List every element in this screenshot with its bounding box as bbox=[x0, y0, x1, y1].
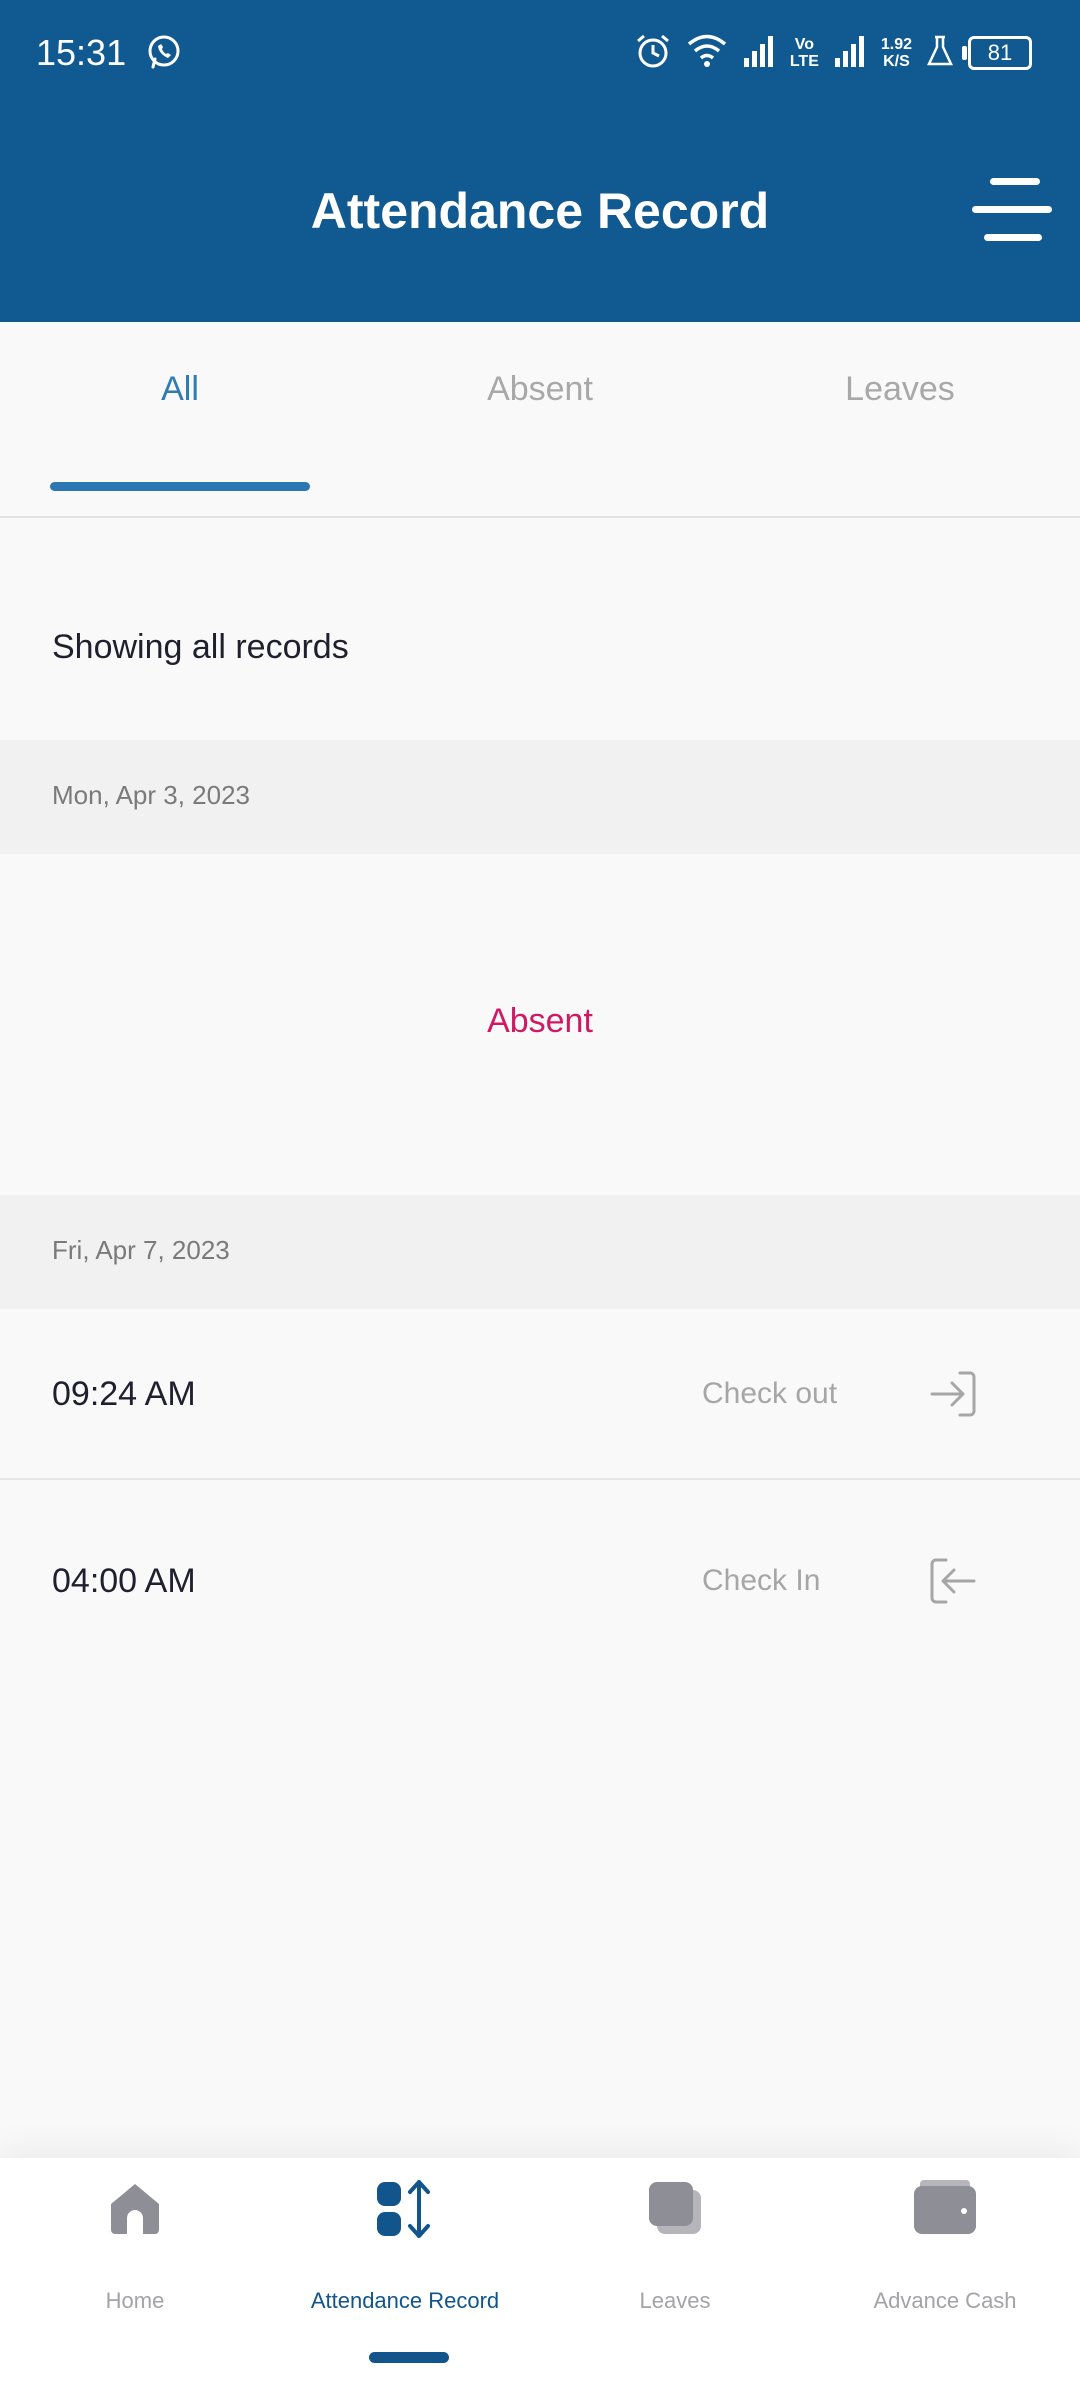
tab-all[interactable]: All bbox=[0, 370, 360, 409]
network-speed-value: 1.92 bbox=[880, 36, 912, 53]
network-speed-unit: K/S bbox=[883, 53, 910, 70]
date-label: Fri, Apr 7, 2023 bbox=[52, 1235, 230, 1265]
record-type: Check In bbox=[702, 1564, 821, 1597]
check-in-icon bbox=[926, 1554, 980, 1608]
app-header: 15:31 Vo LTE 1.92 K/S 81 Attendance Reco… bbox=[0, 0, 1080, 322]
absent-record: Absent bbox=[0, 854, 1080, 1195]
tab-absent[interactable]: Absent bbox=[360, 370, 720, 409]
date-header: Fri, Apr 7, 2023 bbox=[0, 1195, 1080, 1309]
status-bar: 15:31 Vo LTE 1.92 K/S 81 bbox=[0, 0, 1080, 108]
attendance-record-row[interactable]: 04:00 AM Check In bbox=[0, 1496, 1080, 1666]
flask-icon bbox=[926, 34, 954, 72]
nav-advance-cash[interactable]: Advance Cash bbox=[810, 2158, 1080, 2399]
nav-home[interactable]: Home bbox=[0, 2158, 270, 2399]
tab-leaves[interactable]: Leaves bbox=[720, 370, 1080, 409]
row-divider bbox=[0, 1478, 1080, 1480]
whatsapp-icon bbox=[146, 34, 182, 74]
absent-status: Absent bbox=[487, 1002, 593, 1040]
nav-label: Home bbox=[105, 2288, 165, 2313]
active-nav-indicator bbox=[369, 2352, 449, 2363]
wifi-icon bbox=[686, 32, 728, 74]
date-header: Mon, Apr 3, 2023 bbox=[0, 740, 1080, 854]
record-type: Check out bbox=[702, 1377, 838, 1410]
nav-leaves[interactable]: Leaves bbox=[540, 2158, 810, 2399]
signal-icon bbox=[742, 34, 776, 72]
leaves-icon bbox=[540, 2178, 810, 2248]
alarm-icon bbox=[634, 32, 672, 74]
bottom-navigation: Home Attendance Record Leaves Advance Ca… bbox=[0, 2158, 1080, 2399]
volte-bottom: LTE bbox=[789, 53, 819, 70]
nav-label: Advance Cash bbox=[873, 2288, 1017, 2313]
status-icons: Vo LTE 1.92 K/S 81 bbox=[634, 28, 1032, 78]
nav-label: Attendance Record bbox=[310, 2288, 500, 2313]
active-tab-indicator bbox=[50, 482, 310, 491]
volte-top: Vo bbox=[794, 36, 814, 53]
attendance-icon bbox=[270, 2178, 540, 2248]
network-speed: 1.92 K/S bbox=[881, 36, 912, 70]
wallet-icon bbox=[810, 2178, 1080, 2248]
home-icon bbox=[0, 2178, 270, 2248]
volte-label: Vo LTE bbox=[790, 36, 819, 70]
attendance-record-row[interactable]: 09:24 AM Check out bbox=[0, 1309, 1080, 1479]
date-label: Mon, Apr 3, 2023 bbox=[52, 780, 251, 810]
filter-summary: Showing all records bbox=[52, 628, 349, 666]
check-out-icon bbox=[926, 1367, 980, 1421]
signal-icon-2 bbox=[833, 34, 867, 72]
record-time: 04:00 AM bbox=[52, 1562, 196, 1600]
page-title: Attendance Record bbox=[310, 183, 770, 239]
battery-level: 81 bbox=[987, 40, 1013, 65]
menu-line-top bbox=[990, 178, 1040, 185]
menu-button[interactable] bbox=[968, 172, 1054, 252]
menu-line-middle bbox=[972, 206, 1052, 213]
battery-icon: 81 bbox=[962, 36, 1032, 70]
status-time: 15:31 bbox=[36, 32, 127, 73]
menu-line-bottom bbox=[984, 234, 1042, 241]
nav-label: Leaves bbox=[639, 2288, 711, 2313]
record-time: 09:24 AM bbox=[52, 1375, 196, 1413]
tab-bar: All Absent Leaves bbox=[0, 322, 1080, 518]
